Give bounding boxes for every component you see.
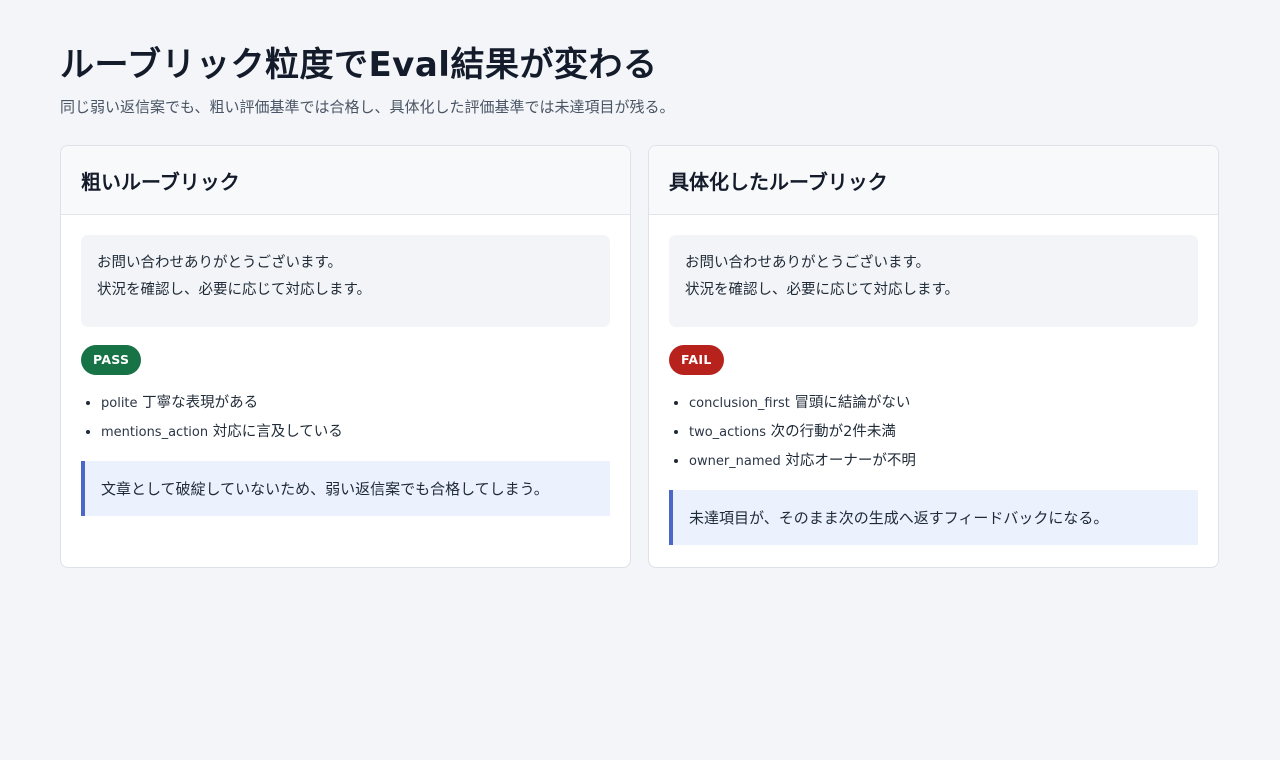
criteria-text: 丁寧な表現がある	[142, 395, 259, 411]
criteria-item: two_actions 次の行動が2件未満	[689, 418, 1198, 447]
status-badge-fail: FAIL	[669, 345, 724, 375]
reply-draft: お問い合わせありがとうございます。 状況を確認し、必要に応じて対応します。	[81, 235, 610, 327]
criteria-text: 対応に言及している	[212, 424, 343, 440]
page-title: ルーブリック粒度でEval結果が変わる	[60, 45, 658, 85]
criteria-item: owner_named 対応オーナーが不明	[689, 447, 1198, 476]
card-row: 粗いルーブリック お問い合わせありがとうございます。 状況を確認し、必要に応じて…	[60, 145, 1220, 568]
criteria-key: two_actions	[689, 425, 766, 440]
criteria-text: 次の行動が2件未満	[770, 424, 896, 440]
page-subtitle: 同じ弱い返信案でも、粗い評価基準では合格し、具体化した評価基準では未達項目が残る…	[60, 98, 675, 116]
criteria-key: polite	[101, 396, 138, 411]
status-badge-pass: PASS	[81, 345, 142, 375]
criteria-item: mentions_action 対応に言及している	[101, 418, 610, 447]
card-header: 具体化したルーブリック	[649, 146, 1218, 215]
reply-line: 状況を確認し、必要に応じて対応します。	[685, 282, 960, 298]
criteria-list: conclusion_first 冒頭に結論がない two_actions 次の…	[669, 389, 1198, 476]
reply-line: 状況を確認し、必要に応じて対応します。	[97, 282, 372, 298]
card-title: 具体化したルーブリック	[669, 169, 888, 194]
criteria-item: polite 丁寧な表現がある	[101, 389, 610, 418]
card-title: 粗いルーブリック	[81, 169, 240, 194]
criteria-key: owner_named	[689, 454, 781, 469]
card-body: お問い合わせありがとうございます。 状況を確認し、必要に応じて対応します。 PA…	[61, 215, 630, 566]
result-note: 文章として破綻していないため、弱い返信案でも合格してしまう。	[81, 461, 610, 516]
result-note: 未達項目が、そのまま次の生成へ返すフィードバックになる。	[669, 490, 1198, 545]
card-header: 粗いルーブリック	[61, 146, 630, 215]
criteria-key: conclusion_first	[689, 396, 790, 411]
card-detailed-rubric: 具体化したルーブリック お問い合わせありがとうございます。 状況を確認し、必要に…	[648, 145, 1219, 568]
criteria-text: 冒頭に結論がない	[794, 395, 911, 411]
criteria-list: polite 丁寧な表現がある mentions_action 対応に言及してい…	[81, 389, 610, 447]
card-coarse-rubric: 粗いルーブリック お問い合わせありがとうございます。 状況を確認し、必要に応じて…	[60, 145, 631, 568]
reply-line: お問い合わせありがとうございます。	[97, 255, 343, 271]
criteria-item: conclusion_first 冒頭に結論がない	[689, 389, 1198, 418]
criteria-key: mentions_action	[101, 425, 209, 440]
card-body: お問い合わせありがとうございます。 状況を確認し、必要に応じて対応します。 FA…	[649, 215, 1218, 567]
reply-draft: お問い合わせありがとうございます。 状況を確認し、必要に応じて対応します。	[669, 235, 1198, 327]
reply-line: お問い合わせありがとうございます。	[685, 255, 931, 271]
page: ルーブリック粒度でEval結果が変わる 同じ弱い返信案でも、粗い評価基準では合格…	[0, 0, 1280, 568]
criteria-text: 対応オーナーが不明	[785, 453, 916, 469]
